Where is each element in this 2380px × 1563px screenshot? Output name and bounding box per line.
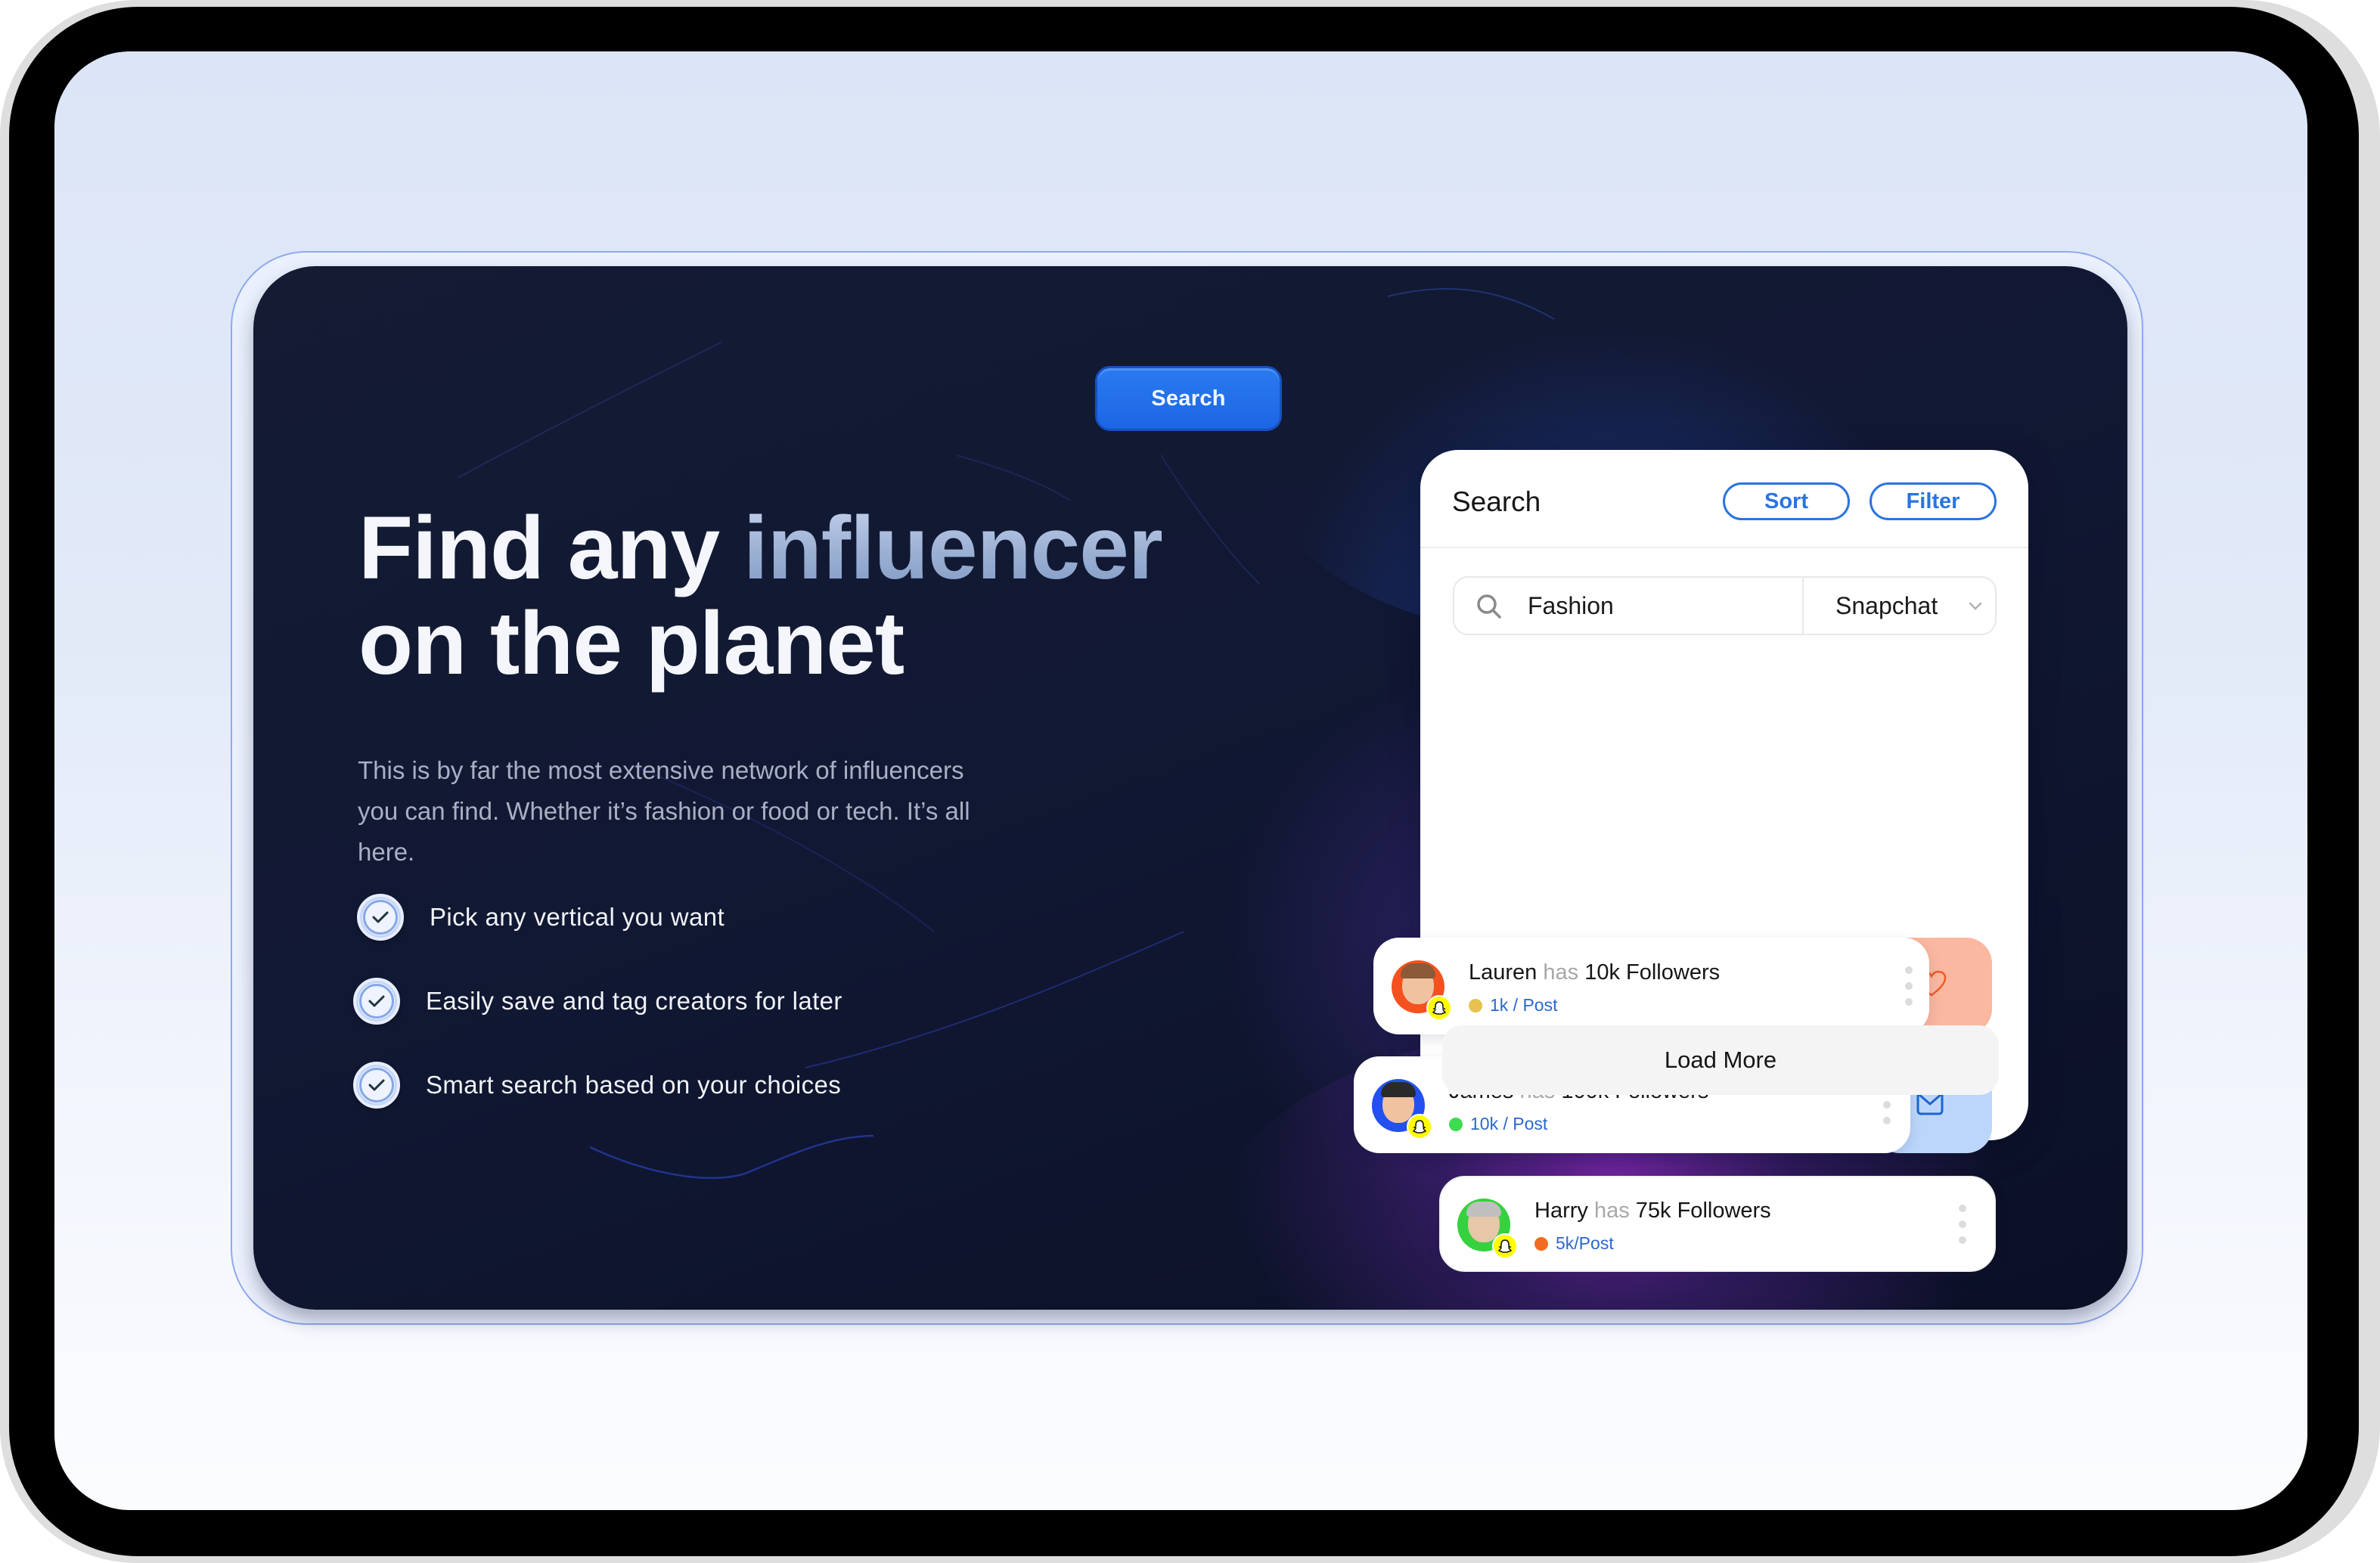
status-dot [1469, 998, 1482, 1013]
follower-count: 75k Followers [1635, 1199, 1771, 1223]
check-circle-icon [353, 978, 400, 1025]
feature-label: Smart search based on your choices [426, 1071, 842, 1099]
platform-select-value: Snapchat [1835, 592, 1938, 619]
search-icon [1477, 594, 1501, 619]
search-input[interactable]: Fashion [1528, 578, 1614, 634]
filter-button[interactable]: Filter [1870, 482, 1997, 520]
search-separator [1802, 578, 1804, 634]
result-title: Lauren has 10k Followers [1469, 960, 1720, 985]
feature-label: Easily save and tag creators for later [426, 987, 842, 1015]
feature-item: Easily save and tag creators for later [353, 978, 842, 1025]
rate-text: 1k / Post [1490, 995, 1558, 1015]
more-options-icon[interactable] [1905, 966, 1913, 1014]
search-button[interactable]: Search [1095, 366, 1282, 431]
more-options-icon[interactable] [1959, 1205, 1966, 1252]
panel-divider [1420, 547, 2028, 548]
headline-part1: Find any [358, 498, 743, 598]
headline-accent: influencer [743, 498, 1163, 598]
result-rate: 5k/Post [1534, 1233, 1614, 1254]
follower-count: 10k Followers [1584, 960, 1721, 985]
sort-button[interactable]: Sort [1723, 482, 1850, 520]
avatar-turban [1466, 1202, 1501, 1217]
result-rate: 1k / Post [1469, 995, 1557, 1016]
avatar [1372, 1079, 1432, 1140]
result-row-harry[interactable]: Harry has 75k Followers 5k/Post [1439, 1176, 1996, 1272]
avatar-hair [1401, 963, 1435, 978]
screen: Search Find any influencer on the planet… [54, 51, 2307, 1510]
search-panel: Search Sort Filter Fashion Snapchat Laur… [1354, 450, 2028, 1272]
influencer-name: Harry [1534, 1199, 1588, 1223]
avatar-hair [1381, 1082, 1416, 1097]
hero-card: Search Find any influencer on the planet… [253, 266, 2127, 1310]
connector-text: has [1593, 1199, 1630, 1223]
status-dot [1534, 1236, 1548, 1251]
headline: Find any influencer on the planet [358, 498, 1163, 693]
snapchat-icon [1426, 995, 1452, 1021]
feature-item: Smart search based on your choices [353, 1062, 841, 1109]
avatar [1392, 960, 1452, 1021]
rate-text: 10k / Post [1470, 1114, 1548, 1133]
status-dot [1449, 1117, 1463, 1131]
load-more-button[interactable]: Load More [1442, 1025, 1999, 1095]
feature-label: Pick any vertical you want [430, 903, 725, 931]
feature-item: Pick any vertical you want [357, 894, 725, 941]
connector-text: has [1543, 960, 1579, 985]
snapchat-icon [1407, 1114, 1432, 1140]
influencer-name: Lauren [1469, 960, 1538, 985]
result-title: Harry has 75k Followers [1534, 1199, 1771, 1223]
result-rate: 10k / Post [1449, 1114, 1547, 1134]
avatar [1457, 1199, 1518, 1259]
check-circle-icon [357, 894, 404, 941]
headline-line2: on the planet [358, 594, 905, 693]
result-row-lauren[interactable]: Lauren has 10k Followers 1k / Post [1373, 938, 1929, 1034]
rate-text: 5k/Post [1556, 1233, 1614, 1253]
hero-description: This is by far the most extensive networ… [358, 756, 970, 866]
chevron-down-icon [1969, 602, 1982, 610]
platform-select[interactable]: Snapchat [1813, 578, 1994, 634]
snapchat-icon [1492, 1233, 1518, 1259]
panel-title: Search [1452, 486, 1541, 517]
search-bar: Fashion Snapchat [1453, 576, 1997, 635]
check-circle-icon [353, 1062, 400, 1109]
